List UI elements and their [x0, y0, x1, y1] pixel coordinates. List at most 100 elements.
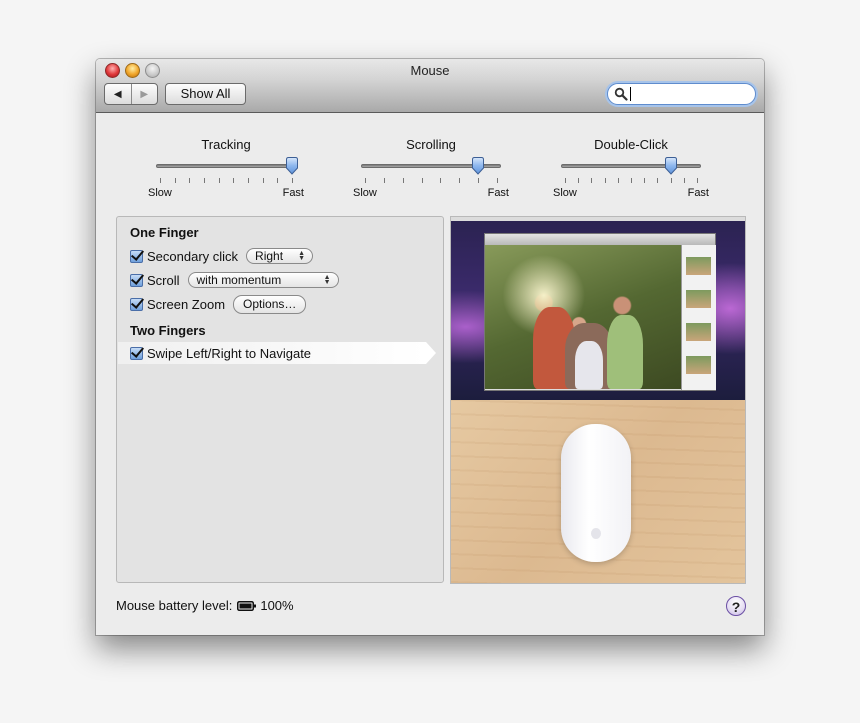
- slider-tick: [365, 178, 366, 183]
- screen-zoom-label: Screen Zoom: [147, 296, 226, 312]
- secondary-click-checkbox[interactable]: [130, 249, 143, 263]
- scrolling-slider-thumb[interactable]: [471, 157, 485, 175]
- slider-tick: [402, 178, 404, 183]
- preview-app-toolbar: [485, 234, 715, 245]
- slider-tick: [292, 178, 293, 183]
- two-fingers-heading: Two Fingers: [130, 323, 206, 338]
- double-click-slider-group: Double-Click Slow Fast: [551, 137, 711, 199]
- slider-tick: [262, 178, 264, 183]
- slider-tick: [174, 178, 176, 183]
- screen-zoom-row: Screen Zoom Options…: [130, 294, 307, 314]
- double-click-slider-track[interactable]: [561, 164, 701, 168]
- slider-min-label: Slow: [353, 187, 377, 199]
- screen-zoom-checkbox[interactable]: [130, 297, 143, 311]
- mouse-preferences-window: Mouse ◀ ▶ Show All Tracking Slow Fast Sc…: [96, 59, 764, 635]
- secondary-click-label: Secondary click: [147, 248, 239, 264]
- tracking-slider-group: Tracking Slow Fast: [146, 137, 306, 199]
- slider-max-label: Fast: [282, 187, 304, 199]
- scroll-value: with momentum: [196, 273, 282, 287]
- scroll-label: Scroll: [147, 272, 180, 288]
- slider-tick: [218, 178, 220, 183]
- popup-arrows-icon: ▲ ▼: [323, 274, 331, 286]
- swipe-navigate-label: Swipe Left/Right to Navigate: [147, 345, 312, 361]
- preview-thumbnail: [686, 290, 711, 308]
- slider-max-label: Fast: [687, 187, 709, 199]
- battery-full-icon: [237, 600, 257, 611]
- slider-tick: [631, 178, 632, 183]
- battery-label: Mouse battery level:: [116, 598, 233, 613]
- magic-mouse-image: [561, 424, 631, 562]
- preview-group-photo: [485, 245, 681, 389]
- search-field[interactable]: [607, 83, 756, 105]
- slider-tick: [440, 178, 442, 183]
- title-bar: Mouse ◀ ▶ Show All: [96, 59, 764, 113]
- slider-title: Tracking: [201, 137, 251, 152]
- secondary-click-row: Secondary click Right ▲ ▼: [130, 247, 314, 265]
- battery-status: Mouse battery level: 100%: [116, 598, 294, 613]
- slider-tick: [248, 178, 249, 183]
- preview-thumbnail: [686, 323, 711, 341]
- scrolling-slider-group: Scrolling Slow Fast: [351, 137, 511, 199]
- slider-tick: [604, 178, 606, 183]
- tracking-slider-thumb[interactable]: [285, 157, 299, 175]
- tracking-ticks: [156, 178, 296, 183]
- slider-min-label: Slow: [553, 187, 577, 199]
- screen-zoom-options-button[interactable]: Options…: [233, 294, 307, 314]
- magnifier-icon: [614, 87, 628, 101]
- show-all-button[interactable]: Show All: [165, 83, 246, 105]
- preview-desktop-screen: [451, 217, 745, 400]
- slider-title: Scrolling: [406, 137, 456, 152]
- slider-tick: [578, 178, 580, 183]
- scrolling-ticks: [361, 178, 501, 183]
- preview-photo-app-window: [484, 233, 716, 391]
- secondary-click-popup[interactable]: Right ▲ ▼: [246, 248, 314, 264]
- slider-min-label: Slow: [148, 187, 172, 199]
- text-cursor: [630, 87, 631, 101]
- slider-tick: [233, 178, 235, 183]
- slider-tick: [697, 178, 698, 183]
- slider-tick: [459, 178, 461, 183]
- slider-tick: [160, 178, 161, 183]
- back-forward-control: ◀ ▶: [104, 83, 158, 105]
- gesture-options-panel: One Finger Secondary click Right ▲ ▼ Scro…: [116, 216, 444, 583]
- preview-person: [575, 341, 603, 389]
- slider-tick: [683, 178, 685, 183]
- preview-thumbnail: [686, 257, 711, 275]
- slider-tick: [617, 178, 619, 183]
- preview-menu-bar: [451, 217, 745, 221]
- slider-tick: [421, 178, 423, 183]
- slider-tick: [204, 178, 205, 183]
- swipe-navigate-checkbox[interactable]: [130, 346, 143, 360]
- preview-person: [607, 315, 643, 389]
- gesture-preview-video: [450, 216, 746, 584]
- preview-thumbnail-strip: [681, 245, 716, 390]
- slider-tick: [189, 178, 191, 183]
- slider-tick: [565, 178, 566, 183]
- preview-wooden-desk: [451, 400, 745, 583]
- slider-tick: [644, 178, 646, 183]
- scroll-checkbox[interactable]: [130, 273, 143, 287]
- help-button[interactable]: ?: [726, 596, 746, 616]
- popup-arrows-icon: ▲ ▼: [298, 250, 306, 262]
- back-arrow-icon[interactable]: ◀: [105, 84, 131, 104]
- battery-value: 100%: [260, 598, 294, 613]
- double-click-slider-thumb[interactable]: [664, 157, 678, 175]
- scroll-row: Scroll with momentum ▲ ▼: [130, 271, 339, 289]
- double-click-ticks: [561, 178, 701, 183]
- swipe-navigate-row[interactable]: Swipe Left/Right to Navigate: [130, 344, 311, 362]
- one-finger-heading: One Finger: [130, 225, 199, 240]
- slider-tick: [657, 178, 659, 183]
- slider-tick: [383, 178, 385, 183]
- slider-tick: [478, 178, 480, 183]
- tracking-slider-track[interactable]: [156, 164, 296, 168]
- slider-tick: [277, 178, 279, 183]
- slider-title: Double-Click: [594, 137, 668, 152]
- slider-tick: [670, 178, 672, 183]
- secondary-click-value: Right: [255, 249, 284, 263]
- window-title: Mouse: [410, 63, 450, 78]
- slider-tick: [591, 178, 593, 183]
- slider-tick: [497, 178, 498, 183]
- slider-max-label: Fast: [487, 187, 509, 199]
- scroll-popup[interactable]: with momentum ▲ ▼: [187, 272, 339, 288]
- forward-arrow-icon[interactable]: ▶: [130, 84, 158, 104]
